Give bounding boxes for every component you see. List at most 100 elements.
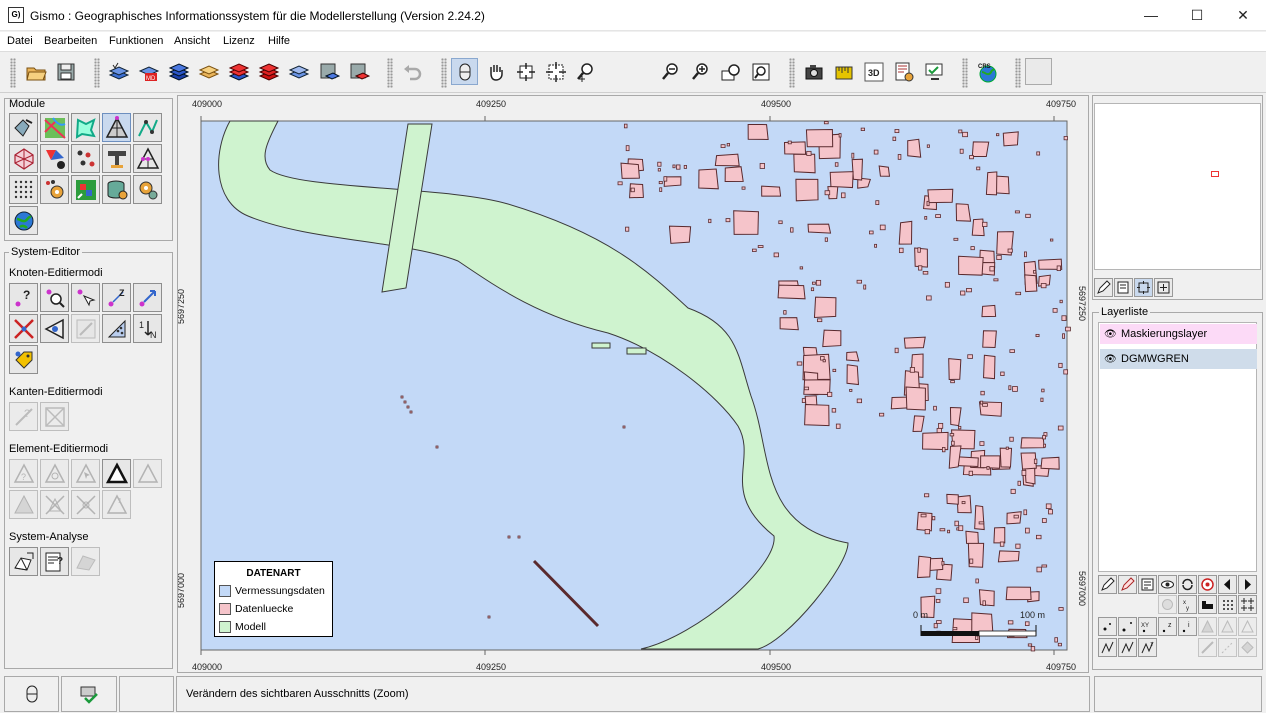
- analysis-surface-icon[interactable]: [71, 547, 100, 576]
- zoom-full-icon[interactable]: [747, 58, 774, 85]
- edge-label-n-icon[interactable]: [1118, 638, 1137, 657]
- edge-label-number-icon[interactable]: 1: [1138, 638, 1157, 657]
- edge-style-dashed-icon[interactable]: [1218, 638, 1237, 657]
- toolbar-grip[interactable]: [387, 58, 393, 88]
- edge-query-icon[interactable]: ?: [9, 402, 38, 431]
- settings-document-icon[interactable]: [890, 58, 917, 85]
- module-database-icon[interactable]: [102, 175, 131, 204]
- layer-import-icon[interactable]: [105, 58, 132, 85]
- menu-hilfe[interactable]: Hilfe: [268, 35, 290, 47]
- toolbar-grip[interactable]: [1015, 58, 1021, 88]
- label-z-icon[interactable]: z: [1158, 617, 1177, 636]
- eye-icon[interactable]: 👁: [1104, 354, 1118, 365]
- label-triangle-fill-icon[interactable]: [1218, 617, 1237, 636]
- measure-ruler-icon[interactable]: [830, 58, 857, 85]
- layer-target-icon[interactable]: [1158, 595, 1177, 614]
- layer-bar-icon[interactable]: [1198, 595, 1217, 614]
- module-color-pick-icon[interactable]: [40, 144, 69, 173]
- layer-save-icon[interactable]: [315, 58, 342, 85]
- module-profile-icon[interactable]: [102, 144, 131, 173]
- element-split-icon[interactable]: [40, 490, 69, 519]
- layer-edit-icon[interactable]: [285, 58, 312, 85]
- node-cloud-icon[interactable]: [102, 314, 131, 343]
- node-select-icon[interactable]: [71, 283, 100, 312]
- layer-folder-icon[interactable]: [195, 58, 222, 85]
- module-line-network-icon[interactable]: [133, 113, 162, 142]
- open-folder-icon[interactable]: [22, 58, 49, 85]
- layer-item-dgmwgren[interactable]: 👁 DGMWGREN: [1100, 349, 1257, 369]
- frame-center-icon[interactable]: [1154, 278, 1173, 297]
- frame-select-icon[interactable]: [1134, 278, 1153, 297]
- element-renumber-icon[interactable]: 1: [102, 490, 131, 519]
- element-select-icon[interactable]: [71, 459, 100, 488]
- menu-bearbeiten[interactable]: Bearbeiten: [44, 35, 97, 47]
- pan-hand-icon[interactable]: [482, 58, 509, 85]
- label-xy-icon[interactable]: XY: [1138, 617, 1157, 636]
- module-grid-points-icon[interactable]: [9, 175, 38, 204]
- element-triangle-icon[interactable]: [102, 459, 131, 488]
- overview-map[interactable]: [1094, 103, 1261, 270]
- module-triangulation-icon[interactable]: [102, 113, 131, 142]
- element-query-icon[interactable]: ?: [9, 459, 38, 488]
- undo-icon[interactable]: [398, 58, 425, 85]
- layer-pencil-icon[interactable]: [1098, 575, 1117, 594]
- node-query-icon[interactable]: ?: [9, 283, 38, 312]
- layer-md-icon[interactable]: MD: [135, 58, 162, 85]
- zoom-window-icon[interactable]: [542, 58, 569, 85]
- node-z-value-icon[interactable]: Z: [102, 283, 131, 312]
- element-outline-icon[interactable]: [133, 459, 162, 488]
- node-insert-element-icon[interactable]: [40, 314, 69, 343]
- status-select-icon[interactable]: [4, 676, 59, 712]
- layer-properties-icon[interactable]: [1138, 575, 1157, 594]
- node-search-icon[interactable]: [40, 283, 69, 312]
- close-button[interactable]: ✕: [1220, 0, 1266, 31]
- label-triangle-outline-icon[interactable]: [1238, 617, 1257, 636]
- element-merge-icon[interactable]: [71, 490, 100, 519]
- layer-color-icon[interactable]: [1198, 575, 1217, 594]
- label-triangle-icon[interactable]: [1198, 617, 1217, 636]
- maximize-button[interactable]: ☐: [1174, 0, 1220, 31]
- toolbar-grip[interactable]: [441, 58, 447, 88]
- node-move-icon[interactable]: [133, 283, 162, 312]
- zoom-out-icon[interactable]: [657, 58, 684, 85]
- toolbar-grip[interactable]: [94, 58, 100, 88]
- toolbar-grip[interactable]: [789, 58, 795, 88]
- zoom-in-icon[interactable]: [687, 58, 714, 85]
- layer-xy-icon[interactable]: xy: [1178, 595, 1197, 614]
- node-snap-icon[interactable]: [71, 314, 100, 343]
- module-mesh-icon[interactable]: [9, 144, 38, 173]
- layer-grid-icon[interactable]: [1218, 595, 1237, 614]
- eye-icon[interactable]: 👁: [1104, 329, 1118, 340]
- layer-stack-red-icon[interactable]: [255, 58, 282, 85]
- module-settings-icon[interactable]: [133, 175, 162, 204]
- layer-visibility-icon[interactable]: [1158, 575, 1177, 594]
- zoom-extent-icon[interactable]: [512, 58, 539, 85]
- layer-stack-red-blue-icon[interactable]: [225, 58, 252, 85]
- label-node-icon[interactable]: [1098, 617, 1117, 636]
- menu-datei[interactable]: Datei: [7, 35, 33, 47]
- toolbar-grip[interactable]: [10, 58, 16, 88]
- node-renumber-icon[interactable]: 1N: [133, 314, 162, 343]
- status-check-icon[interactable]: [61, 676, 117, 712]
- node-delete-icon[interactable]: [9, 314, 38, 343]
- module-digitize-icon[interactable]: [9, 113, 38, 142]
- edge-style-icon[interactable]: [1198, 638, 1217, 657]
- analysis-network-icon[interactable]: [9, 547, 38, 576]
- layer-refresh-icon[interactable]: [1178, 575, 1197, 594]
- edit-document-icon[interactable]: [1114, 278, 1133, 297]
- crs-globe-icon[interactable]: CRS: [973, 58, 1000, 85]
- label-info-icon[interactable]: i: [1178, 617, 1197, 636]
- module-globe-icon[interactable]: [9, 206, 38, 235]
- zoom-point-icon[interactable]: [572, 58, 599, 85]
- module-gear-points-icon[interactable]: [40, 175, 69, 204]
- module-raster-icon[interactable]: [71, 175, 100, 204]
- element-attribute-icon[interactable]: [9, 490, 38, 519]
- layer-grid-plus-icon[interactable]: [1238, 595, 1257, 614]
- menu-ansicht[interactable]: Ansicht: [174, 35, 210, 47]
- module-map-icon[interactable]: [40, 113, 69, 142]
- module-polygon-icon[interactable]: [71, 113, 100, 142]
- arrow-left-icon[interactable]: [1218, 575, 1237, 594]
- label-node-dot-icon[interactable]: [1118, 617, 1137, 636]
- toolbar-grip[interactable]: [962, 58, 968, 88]
- analysis-report-icon[interactable]: ?: [40, 547, 69, 576]
